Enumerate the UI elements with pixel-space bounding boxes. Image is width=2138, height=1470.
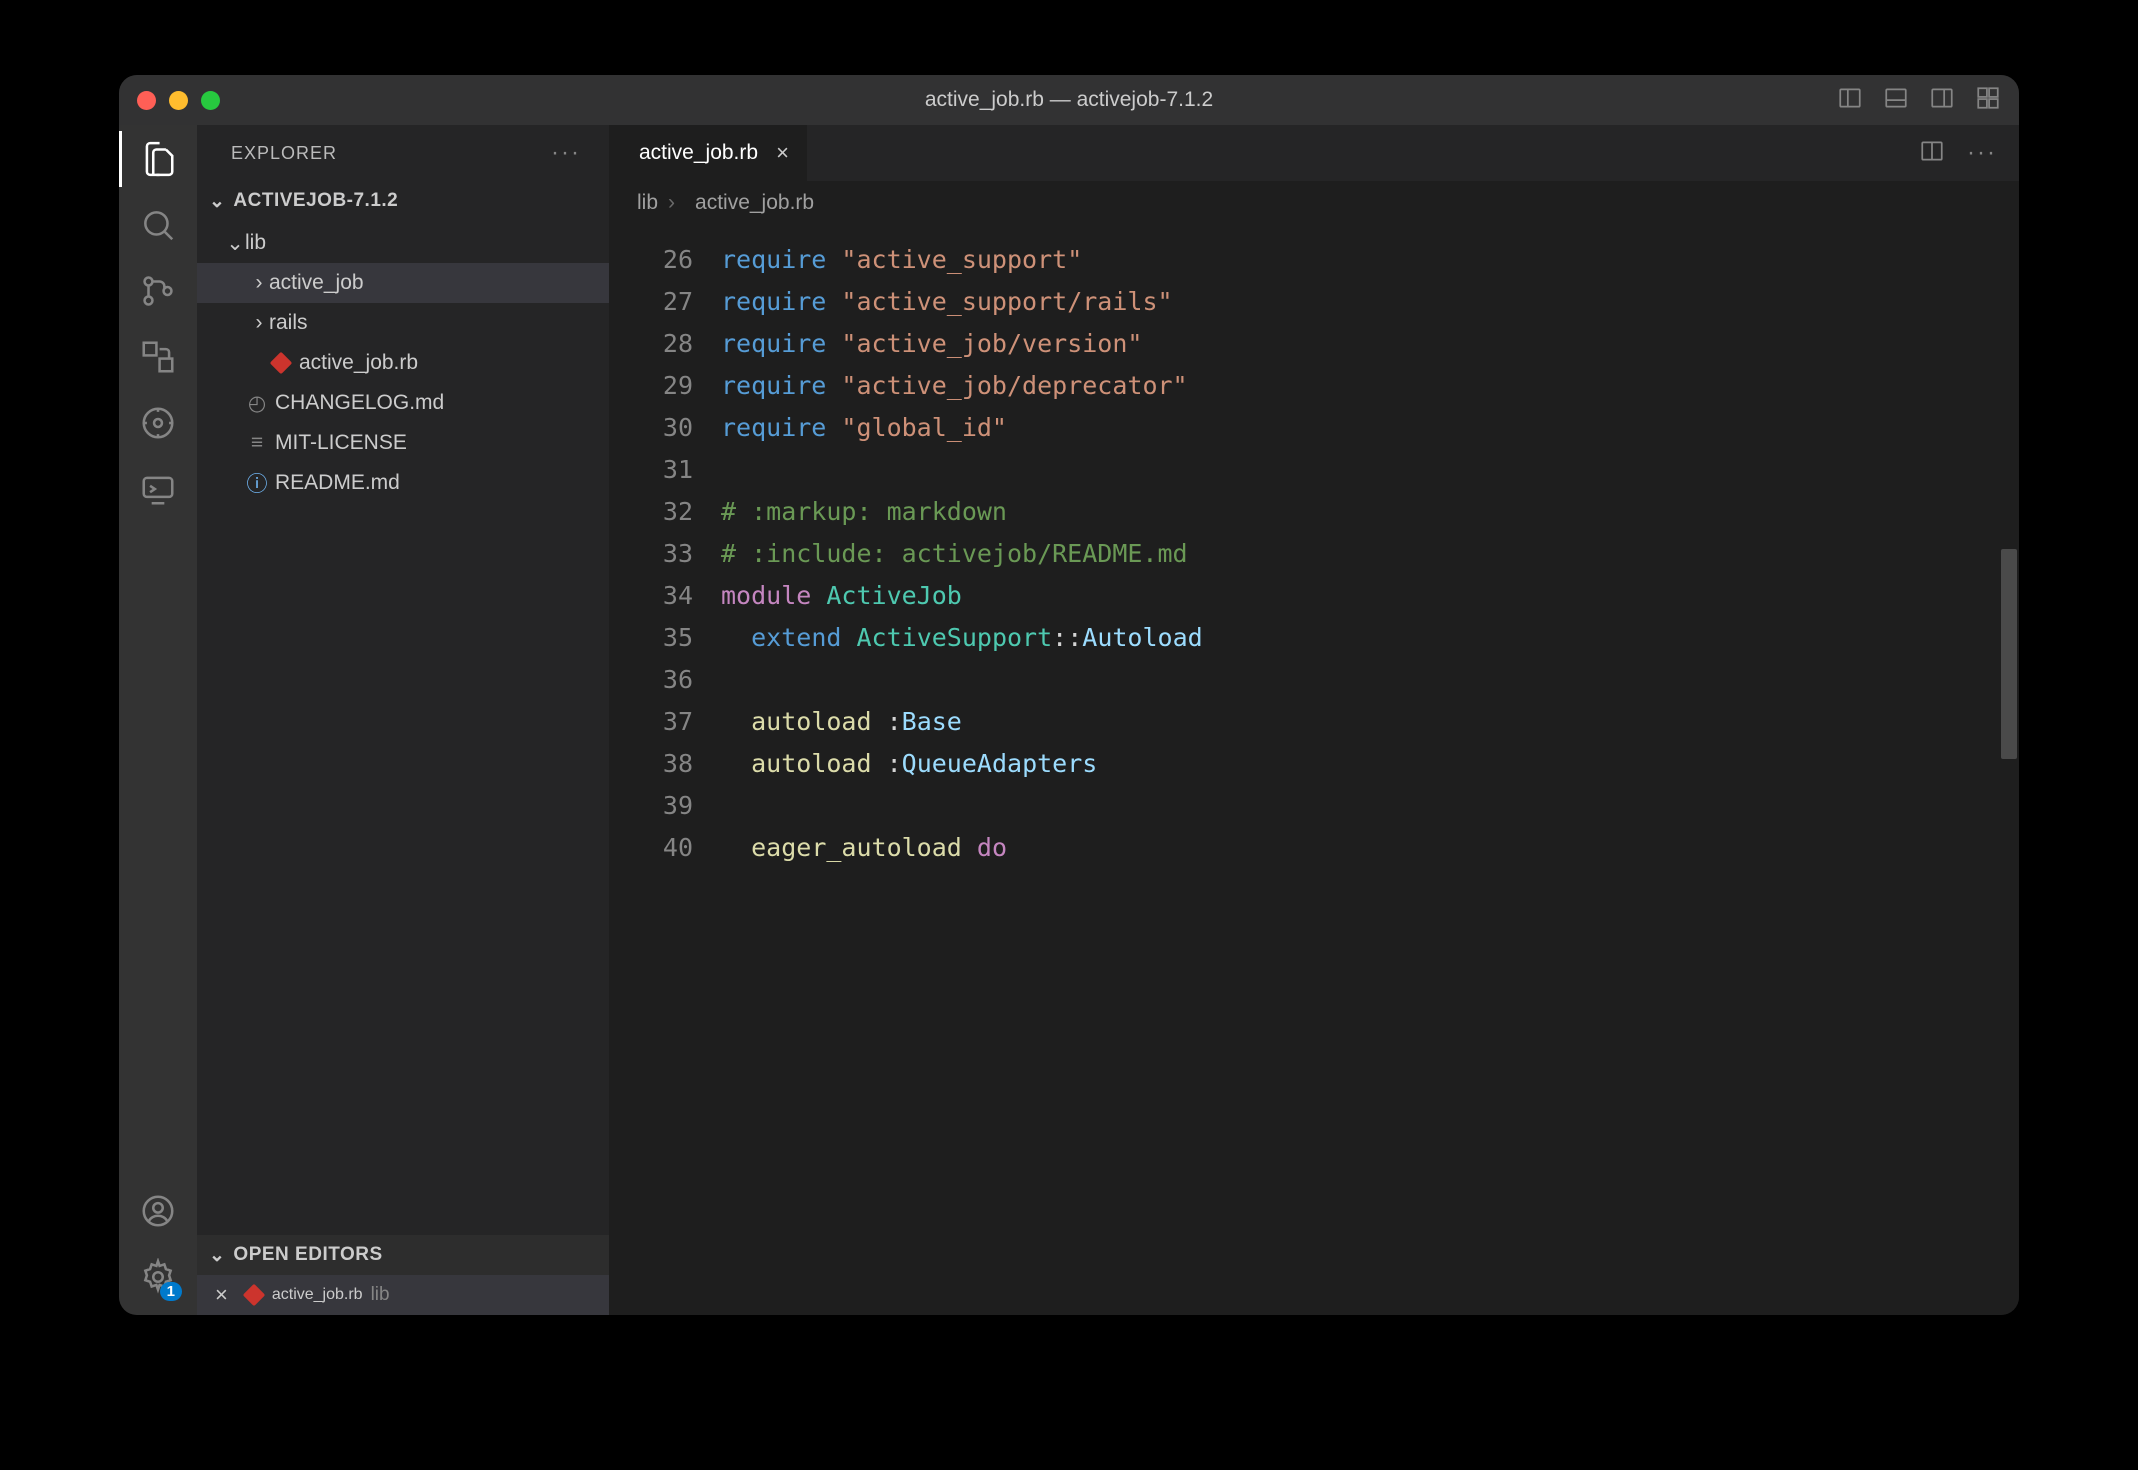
tree-folder-active-job[interactable]: › active_job (197, 263, 609, 303)
settings-badge: 1 (160, 1282, 182, 1301)
toggle-primary-sidebar-icon[interactable] (1837, 85, 1863, 116)
toggle-panel-icon[interactable] (1883, 85, 1909, 116)
text-file-icon: ≡ (245, 431, 269, 455)
search-activity-icon[interactable] (138, 205, 178, 245)
run-debug-activity-icon[interactable] (138, 337, 178, 377)
chevron-down-icon: ⌄ (225, 231, 245, 256)
breadcrumb-segment[interactable]: active_job.rb (695, 191, 814, 215)
open-editors-header[interactable]: ⌄ OPEN EDITORS (197, 1235, 609, 1275)
sidebar-title: EXPLORER (231, 143, 337, 164)
tree-file-active-job-rb[interactable]: active_job.rb (197, 343, 609, 383)
tree-file-readme[interactable]: ⓘ README.md (197, 463, 609, 503)
chevron-down-icon: ⌄ (209, 1244, 225, 1267)
sidebar-more-icon[interactable]: ··· (551, 139, 581, 167)
open-editor-item[interactable]: × active_job.rb lib (197, 1275, 609, 1315)
settings-icon[interactable]: 1 (138, 1257, 178, 1297)
tree-label: MIT-LICENSE (275, 431, 407, 455)
chevron-right-icon: › (249, 271, 269, 295)
open-editors-label: OPEN EDITORS (233, 1244, 382, 1266)
tree-label: active_job.rb (299, 351, 418, 375)
ruby-file-icon (242, 1287, 266, 1303)
close-window-button[interactable] (137, 91, 156, 110)
vscode-window: active_job.rb — activejob-7.1.2 (119, 75, 2019, 1315)
extensions-activity-icon[interactable] (138, 403, 178, 443)
close-tab-icon[interactable]: × (776, 140, 789, 166)
tree-label: rails (269, 311, 308, 335)
chevron-right-icon: › (249, 311, 269, 335)
titlebar: active_job.rb — activejob-7.1.2 (119, 75, 2019, 125)
minimize-window-button[interactable] (169, 91, 188, 110)
scrollbar-thumb[interactable] (2001, 549, 2017, 759)
sidebar-header: EXPLORER ··· (197, 125, 609, 181)
tree-label: active_job (269, 271, 364, 295)
editor-group: active_job.rb × ··· lib › active_job.rb … (609, 125, 2019, 1315)
chevron-right-icon: › (668, 191, 675, 215)
info-icon: ⓘ (245, 468, 269, 498)
tree-label: lib (245, 231, 266, 255)
open-editor-file: active_job.rb (272, 1286, 363, 1304)
split-editor-icon[interactable] (1919, 138, 1945, 169)
file-tree: ⌄ lib › active_job › rails active_job.rb (197, 221, 609, 1235)
code-content[interactable]: require "active_support"require "active_… (721, 225, 2019, 1315)
tree-label: CHANGELOG.md (275, 391, 444, 415)
maximize-window-button[interactable] (201, 91, 220, 110)
editor-more-icon[interactable]: ··· (1967, 139, 1997, 167)
explorer-activity-icon[interactable] (138, 139, 178, 179)
toggle-secondary-sidebar-icon[interactable] (1929, 85, 1955, 116)
tree-folder-lib[interactable]: ⌄ lib (197, 223, 609, 263)
project-section-header[interactable]: ⌄ ACTIVEJOB-7.1.2 (197, 181, 609, 221)
line-number-gutter: 262728293031323334353637383940 (609, 225, 721, 1315)
source-control-activity-icon[interactable] (138, 271, 178, 311)
accounts-icon[interactable] (138, 1191, 178, 1231)
editor-tabs: active_job.rb × ··· (609, 125, 2019, 181)
history-icon: ◴ (245, 391, 269, 416)
tree-folder-rails[interactable]: › rails (197, 303, 609, 343)
breadcrumbs[interactable]: lib › active_job.rb (609, 181, 2019, 225)
close-icon[interactable]: × (215, 1282, 228, 1308)
chevron-down-icon: ⌄ (209, 190, 225, 213)
tree-file-changelog[interactable]: ◴ CHANGELOG.md (197, 383, 609, 423)
window-title: active_job.rb — activejob-7.1.2 (925, 88, 1213, 112)
activity-bar: 1 (119, 125, 197, 1315)
customize-layout-icon[interactable] (1975, 85, 2001, 116)
code-editor[interactable]: 262728293031323334353637383940 require "… (609, 225, 2019, 1315)
tab-active-job-rb[interactable]: active_job.rb × (609, 125, 808, 181)
project-name: ACTIVEJOB-7.1.2 (233, 190, 398, 212)
tree-label: README.md (275, 471, 400, 495)
remote-activity-icon[interactable] (138, 469, 178, 509)
open-editor-path: lib (371, 1284, 390, 1306)
tree-file-license[interactable]: ≡ MIT-LICENSE (197, 423, 609, 463)
sidebar: EXPLORER ··· ⌄ ACTIVEJOB-7.1.2 ⌄ lib › a… (197, 125, 609, 1315)
tab-label: active_job.rb (639, 141, 758, 165)
breadcrumb-segment[interactable]: lib (637, 191, 658, 215)
ruby-file-icon (269, 355, 293, 371)
